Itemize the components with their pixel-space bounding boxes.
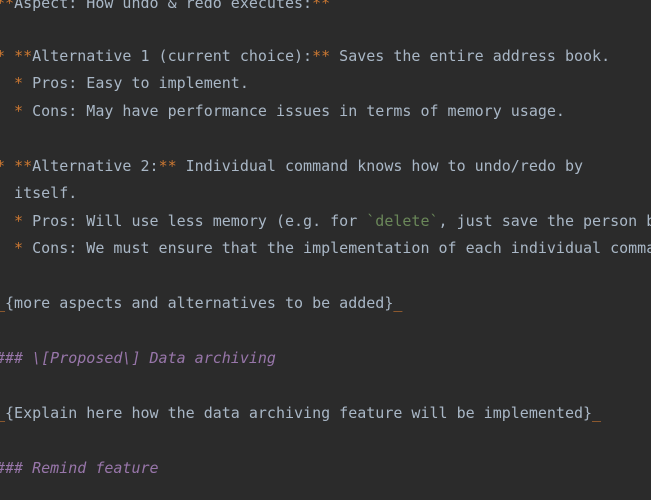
editor-line-alt2: * **Alternative 2:** Individual command … — [0, 155, 583, 177]
markdown-editor[interactable]: **Aspect: How undo & redo executes:** * … — [0, 0, 651, 500]
line-text: itself. — [0, 184, 78, 202]
bullet-marker: * — [0, 47, 14, 65]
bold-marker: ** — [14, 47, 33, 65]
bullet-marker: * — [0, 157, 14, 175]
line-text: Alternative 1 (current choice): — [32, 47, 313, 65]
inline-code: `delete` — [366, 212, 439, 230]
editor-line-explain-archiving: _{Explain here how the data archiving fe… — [0, 402, 601, 424]
bold-marker: ** — [0, 0, 15, 12]
line-text: Pros: Will use less memory (e.g. for — [32, 212, 367, 230]
bullet-marker: * — [14, 239, 24, 257]
editor-line-alt2-cons: * Cons: We must ensure that the implemen… — [0, 237, 651, 259]
line-text: , just save the person being deleted). — [438, 212, 651, 230]
bold-marker: ** — [312, 0, 331, 12]
editor-line-heading-remind: ### Remind feature — [0, 457, 159, 479]
heading-marker: ### — [0, 459, 24, 477]
italic-marker: _ — [592, 404, 602, 422]
editor-line-aspect: **Aspect: How undo & redo executes:** — [0, 0, 330, 14]
editor-line-more-aspects: _{more aspects and alternatives to be ad… — [0, 292, 402, 314]
editor-line-alt1: * **Alternative 1 (current choice):** Sa… — [0, 45, 610, 67]
line-text: {Explain here how the data archiving fea… — [5, 404, 593, 422]
bullet-marker: * — [14, 74, 24, 92]
bold-marker: ** — [158, 157, 177, 175]
line-text: Aspect: How undo & redo executes: — [14, 0, 313, 12]
line-text: Cons: We must ensure that the implementa… — [32, 239, 651, 257]
heading-marker: ### — [0, 349, 24, 367]
editor-line-alt2-pros: * Pros: Will use less memory (e.g. for `… — [0, 210, 651, 232]
editor-line-alt2-cont: itself. — [0, 182, 77, 204]
line-text: Individual command knows how to undo/red… — [176, 157, 584, 175]
editor-line-heading-archiving: ### \[Proposed\] Data archiving — [0, 347, 276, 369]
bold-marker: ** — [312, 47, 331, 65]
bullet-marker: * — [14, 212, 24, 230]
line-text: Alternative 2: — [32, 157, 159, 175]
bullet-marker: * — [14, 102, 24, 120]
line-text: Cons: May have performance issues in ter… — [32, 102, 565, 120]
italic-marker: _ — [393, 294, 403, 312]
editor-line-alt1-pros: * Pros: Easy to implement. — [0, 72, 249, 94]
heading-text: \[Proposed\] Data archiving — [32, 349, 276, 367]
line-text: Pros: Easy to implement. — [32, 74, 249, 92]
line-text: {more aspects and alternatives to be add… — [5, 294, 394, 312]
bold-marker: ** — [14, 157, 33, 175]
heading-text: Remind feature — [32, 459, 159, 477]
line-text: Saves the entire address book. — [330, 47, 611, 65]
editor-line-alt1-cons: * Cons: May have performance issues in t… — [0, 100, 565, 122]
